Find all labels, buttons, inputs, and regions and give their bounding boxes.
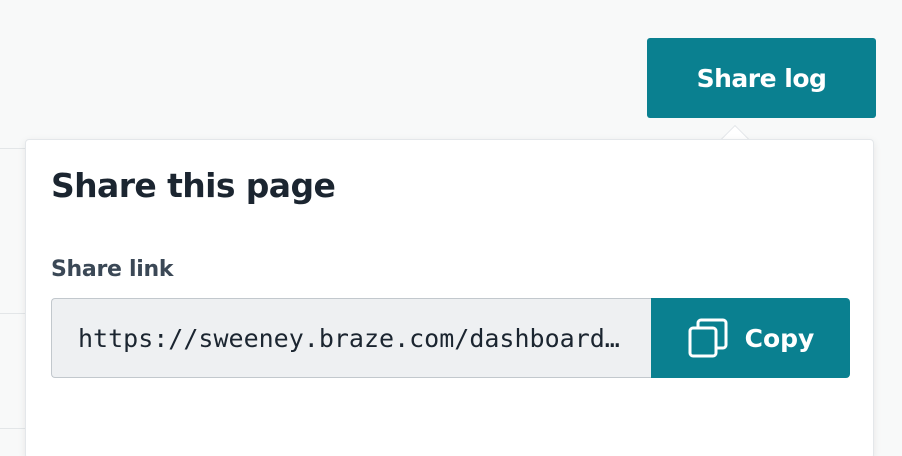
share-link-value: https://sweeney.braze.com/dashboard/deve… [78, 323, 625, 353]
copy-label: Copy [744, 323, 815, 353]
share-log-button[interactable]: Share log [647, 38, 876, 118]
share-link-field[interactable]: https://sweeney.braze.com/dashboard/deve… [51, 298, 651, 378]
share-popover: Share this page Share link https://sween… [25, 139, 874, 456]
copy-icon [687, 317, 729, 359]
share-link-label: Share link [51, 257, 174, 282]
page: Share log Share this page Share link htt… [0, 0, 902, 456]
popover-title: Share this page [51, 166, 336, 205]
copy-button[interactable]: Copy [651, 298, 850, 378]
